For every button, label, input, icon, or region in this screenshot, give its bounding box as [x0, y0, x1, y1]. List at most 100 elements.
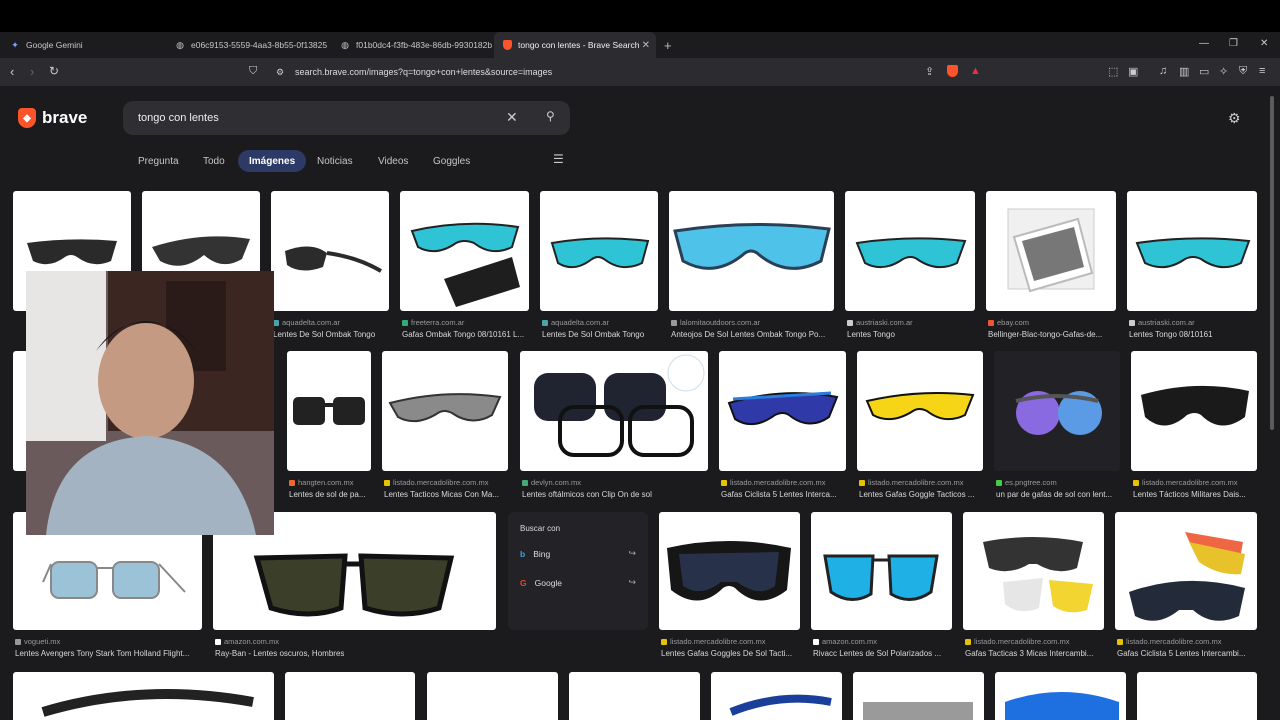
result-source[interactable]: listado.mercadolibre.com.mx	[661, 637, 802, 646]
minimize-icon[interactable]: —	[1199, 38, 1209, 49]
result-thumbnail[interactable]	[287, 351, 371, 471]
result-thumbnail[interactable]	[1115, 512, 1257, 630]
tab-todo[interactable]: Todo	[192, 150, 236, 172]
tab-noticias[interactable]: Noticias	[306, 150, 364, 172]
result-thumbnail[interactable]	[271, 191, 389, 311]
result-source[interactable]: es.pngtree.com	[996, 478, 1122, 487]
result-thumbnail[interactable]	[659, 512, 800, 630]
result-title[interactable]: Lentes De Sol Ombak Tongo	[273, 330, 391, 339]
search-box[interactable]: tongo con lentes ✕ ⚲	[123, 101, 570, 135]
result-title[interactable]: Lentes de sol de pa...	[289, 490, 373, 499]
brave-rewards-icon[interactable]: ▲	[970, 65, 981, 77]
result-thumbnail[interactable]	[845, 191, 975, 311]
bookmark-icon[interactable]: ⛉	[249, 65, 257, 78]
result-title[interactable]: Gafas Tacticas 3 Micas Intercambi...	[965, 649, 1106, 658]
result-thumbnail[interactable]	[963, 512, 1104, 630]
result-source[interactable]: listado.mercadolibre.com.mx	[859, 478, 985, 487]
result-thumbnail[interactable]	[719, 351, 846, 471]
result-title[interactable]: Lentes Gafas Goggles De Sol Tacti...	[661, 649, 802, 658]
result-source[interactable]: vogueti.mx	[15, 637, 204, 646]
media-icon[interactable]: ♫	[1159, 65, 1167, 77]
result-title[interactable]: un par de gafas de sol con lent...	[996, 490, 1122, 499]
site-info-icon[interactable]: ⚙	[276, 67, 284, 78]
result-thumbnail[interactable]	[857, 351, 983, 471]
result-source[interactable]: aquadelta.com.ar	[273, 318, 391, 327]
share-icon[interactable]: ⇪	[925, 65, 934, 78]
result-source[interactable]: devlyn.com.mx	[522, 478, 710, 487]
search-with-bing[interactable]: b Bing ↪	[520, 548, 636, 559]
tab-pregunta[interactable]: Pregunta	[127, 150, 190, 172]
result-source[interactable]: amazon.com.mx	[813, 637, 954, 646]
result-source[interactable]: aquadelta.com.ar	[542, 318, 660, 327]
result-title[interactable]: Gafas Ciclista 5 Lentes Intercambi...	[1117, 649, 1259, 658]
maximize-icon[interactable]: ❐	[1229, 38, 1238, 49]
reload-icon[interactable]: ↻	[49, 64, 59, 78]
result-source[interactable]: ebay.com	[988, 318, 1118, 327]
result-thumbnail[interactable]	[811, 512, 952, 630]
result-source[interactable]: freeterra.com.ar	[402, 318, 531, 327]
forward-icon[interactable]: ›	[30, 64, 34, 79]
result-source[interactable]: listado.mercadolibre.com.mx	[1117, 637, 1259, 646]
result-title[interactable]: Lentes Tácticos Militares Dais...	[1133, 490, 1259, 499]
result-title[interactable]: Gafas Ciclista 5 Lentes Interca...	[721, 490, 848, 499]
page-scrollbar[interactable]	[1270, 96, 1274, 430]
result-title[interactable]: Anteojos De Sol Lentes Ombak Tongo Po...	[671, 330, 836, 339]
settings-gear-icon[interactable]: ⚙	[1228, 110, 1241, 127]
result-thumbnail[interactable]	[400, 191, 529, 311]
result-source[interactable]: listado.mercadolibre.com.mx	[1133, 478, 1259, 487]
result-title[interactable]: Lentes Gafas Goggle Tacticos ...	[859, 490, 985, 499]
result-thumbnail[interactable]	[995, 672, 1126, 720]
result-source[interactable]: austriaski.com.ar	[1129, 318, 1259, 327]
wallet-icon[interactable]: ▭	[1199, 65, 1209, 78]
search-input[interactable]: tongo con lentes	[138, 112, 219, 124]
result-title[interactable]: Lentes Tacticos Micas Con Ma...	[384, 490, 510, 499]
screenshot-icon[interactable]: ▣	[1128, 65, 1138, 78]
clear-search-icon[interactable]: ✕	[506, 109, 518, 126]
close-window-icon[interactable]: ✕	[1260, 38, 1268, 49]
result-thumbnail[interactable]	[986, 191, 1116, 311]
close-tab-icon[interactable]: ✕	[642, 40, 650, 51]
result-title[interactable]: Rivacc Lentes de Sol Polarizados ...	[813, 649, 954, 658]
result-title[interactable]: Lentes Avengers Tony Stark Tom Holland F…	[15, 649, 204, 658]
result-thumbnail[interactable]	[569, 672, 700, 720]
result-title[interactable]: Lentes oftálmicos con Clip On de sol	[522, 490, 710, 499]
result-thumbnail[interactable]	[427, 672, 558, 720]
tab-e06c9153[interactable]: ◍ e06c9153-5559-4aa3-8b55-0f13825(	[167, 32, 327, 58]
result-thumbnail[interactable]	[711, 672, 842, 720]
result-title[interactable]: Lentes Tongo 08/10161	[1129, 330, 1259, 339]
extensions-icon[interactable]: ⬚	[1108, 65, 1118, 78]
tab-google-gemini[interactable]: ✦ Google Gemini	[2, 32, 167, 58]
result-source[interactable]: listado.mercadolibre.com.mx	[721, 478, 848, 487]
brave-shields-icon[interactable]	[947, 65, 958, 77]
vpn-icon[interactable]: ⛨	[1239, 65, 1247, 78]
result-thumbnail[interactable]	[13, 672, 274, 720]
address-bar[interactable]: search.brave.com/images?q=tongo+con+lent…	[295, 67, 552, 77]
result-title[interactable]: Ray-Ban - Lentes oscuros, Hombres	[215, 649, 498, 658]
search-icon[interactable]: ⚲	[546, 109, 555, 123]
leo-ai-icon[interactable]: ✧	[1219, 65, 1228, 78]
tab-brave-search[interactable]: tongo con lentes - Brave Search ✕	[494, 32, 656, 58]
result-thumbnail[interactable]	[1131, 351, 1257, 471]
result-thumbnail[interactable]	[382, 351, 508, 471]
back-icon[interactable]: ‹	[10, 64, 14, 79]
result-source[interactable]: lalomitaoutdoors.com.ar	[671, 318, 836, 327]
result-thumbnail[interactable]	[540, 191, 658, 311]
menu-icon[interactable]: ≡	[1259, 65, 1265, 77]
tab-f01b0dc4[interactable]: ◍ f01b0dc4-f3fb-483e-86db-9930182b	[332, 32, 492, 58]
tab-goggles[interactable]: Goggles	[422, 150, 481, 172]
tab-videos[interactable]: Videos	[367, 150, 419, 172]
tab-imagenes[interactable]: Imágenes	[238, 150, 307, 172]
result-source[interactable]: hangten.com.mx	[289, 478, 373, 487]
new-tab-button[interactable]: +	[664, 38, 672, 53]
result-thumbnail[interactable]	[1137, 672, 1257, 720]
result-title[interactable]: Lentes Tongo	[847, 330, 977, 339]
result-thumbnail[interactable]	[520, 351, 708, 471]
result-title[interactable]: Lentes De Sol Ombak Tongo	[542, 330, 660, 339]
brave-logo[interactable]: ◆ brave	[18, 108, 87, 128]
result-thumbnail[interactable]	[669, 191, 834, 311]
result-thumbnail[interactable]	[994, 351, 1120, 471]
result-thumbnail[interactable]	[285, 672, 415, 720]
result-thumbnail[interactable]	[853, 672, 984, 720]
result-title[interactable]: Gafas Ombak Tongo 08/10161 L...	[402, 330, 531, 339]
result-title[interactable]: Bellinger-Blac-tongo-Gafas-de...	[988, 330, 1118, 339]
